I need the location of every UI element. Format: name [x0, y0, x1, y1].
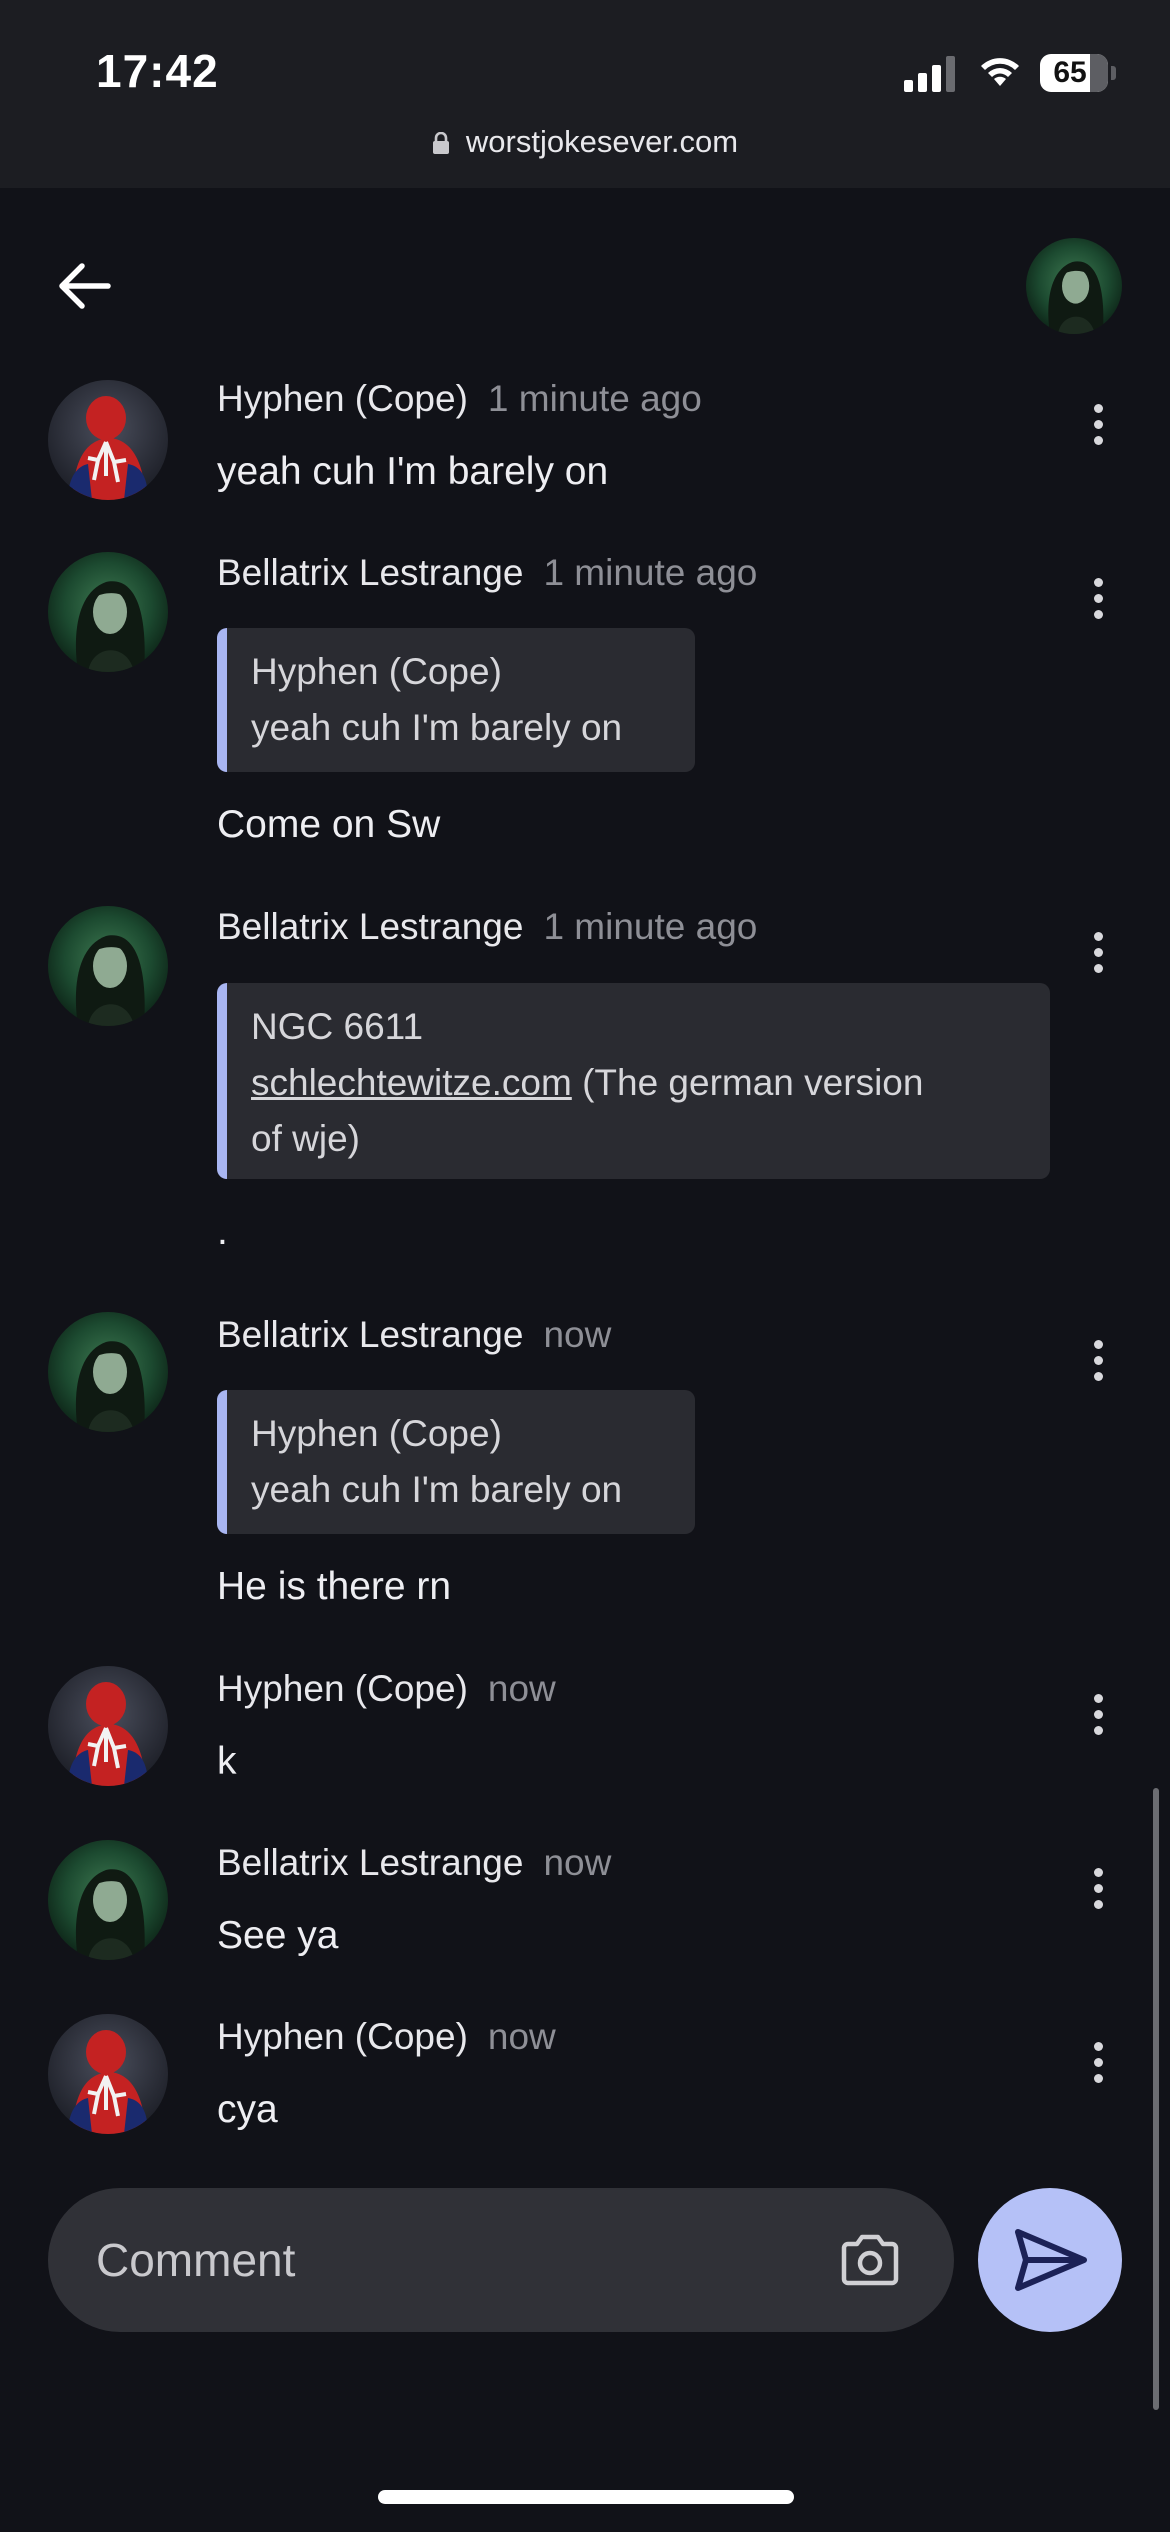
wifi-icon: [981, 58, 1019, 86]
comment-input[interactable]: [96, 2228, 816, 2292]
comment-text: Come on Sw: [217, 803, 441, 846]
quote-text: yeah cuh I'm barely on: [251, 1469, 623, 1510]
comment-time: 1 minute ago: [487, 378, 702, 419]
more-options-icon[interactable]: [1086, 1340, 1110, 1390]
comment-text: .: [217, 1210, 228, 1253]
comment-author[interactable]: Hyphen (Cope): [217, 2016, 468, 2057]
lock-icon: [432, 132, 449, 154]
quote-link[interactable]: schlechtewitze.com: [251, 1062, 572, 1103]
more-options-icon[interactable]: [1086, 2042, 1110, 2092]
camera-icon[interactable]: [838, 2228, 902, 2292]
avatar[interactable]: [48, 1840, 168, 1960]
home-indicator[interactable]: [378, 2490, 794, 2504]
comment-time: 1 minute ago: [543, 552, 758, 593]
quote-text-line2: of wje): [251, 1118, 360, 1159]
comment-header: Hyphen (Cope) 1 minute ago: [217, 378, 702, 420]
comment-time: now: [487, 1668, 556, 1709]
comment-header: Bellatrix Lestrange 1 minute ago: [217, 906, 757, 948]
back-arrow-icon[interactable]: [54, 256, 114, 316]
more-options-icon[interactable]: [1086, 932, 1110, 982]
comment-author[interactable]: Bellatrix Lestrange: [217, 552, 523, 593]
comment-text: He is there rn: [217, 1565, 452, 1608]
quoted-reply[interactable]: NGC 6611 schlechtewitze.com (The german …: [217, 983, 1050, 1179]
status-time: 17:42: [96, 45, 219, 97]
send-icon: [1015, 2229, 1087, 2291]
user-avatar[interactable]: [1026, 238, 1122, 334]
comment-author[interactable]: Bellatrix Lestrange: [217, 906, 523, 947]
comment-text: See ya: [217, 1914, 339, 1957]
comment-author[interactable]: Bellatrix Lestrange: [217, 1842, 523, 1883]
quote-author: Hyphen (Cope): [251, 651, 502, 692]
comment-author[interactable]: Hyphen (Cope): [217, 1668, 468, 1709]
avatar[interactable]: [48, 1666, 168, 1786]
quote-author: Hyphen (Cope): [251, 1413, 502, 1454]
battery-level: 65: [1053, 56, 1087, 89]
quoted-reply[interactable]: Hyphen (Cope) yeah cuh I'm barely on: [217, 628, 695, 772]
comment-header: Bellatrix Lestrange now: [217, 1314, 611, 1356]
comment-header: Hyphen (Cope) now: [217, 1668, 556, 1710]
comment-time: now: [487, 2016, 556, 2057]
comment-author[interactable]: Hyphen (Cope): [217, 378, 468, 419]
comment-time: now: [543, 1842, 612, 1883]
more-options-icon[interactable]: [1086, 578, 1110, 628]
quoted-reply[interactable]: Hyphen (Cope) yeah cuh I'm barely on: [217, 1390, 695, 1534]
comment-header: Hyphen (Cope) now: [217, 2016, 556, 2058]
quote-author: NGC 6611: [251, 1006, 424, 1047]
more-options-icon[interactable]: [1086, 1694, 1110, 1744]
avatar[interactable]: [48, 906, 168, 1026]
avatar[interactable]: [48, 380, 168, 500]
comment-time: 1 minute ago: [543, 906, 758, 947]
comment-time: now: [543, 1314, 612, 1355]
more-options-icon[interactable]: [1086, 404, 1110, 454]
more-options-icon[interactable]: [1086, 1868, 1110, 1918]
battery-tip: [1111, 66, 1116, 80]
scrollbar[interactable]: [1153, 1788, 1159, 2410]
comment-composer: [48, 2188, 954, 2332]
cellular-signal-icon: [904, 52, 956, 92]
comment-text: k: [217, 1740, 237, 1783]
avatar[interactable]: [48, 552, 168, 672]
url-text: worstjokesever.com: [465, 124, 739, 159]
quote-text: (The german version: [571, 1062, 924, 1103]
avatar[interactable]: [48, 2014, 168, 2134]
comment-text: cya: [217, 2088, 278, 2131]
battery-icon: 65: [1040, 54, 1108, 92]
comment-text: yeah cuh I'm barely on: [217, 450, 609, 493]
comment-header: Bellatrix Lestrange now: [217, 1842, 611, 1884]
url-bar[interactable]: worstjokesever.com: [0, 124, 1170, 160]
comment-author[interactable]: Bellatrix Lestrange: [217, 1314, 523, 1355]
quote-text: yeah cuh I'm barely on: [251, 707, 623, 748]
status-bar: 17:42 65 worstjokesever.com: [0, 0, 1170, 188]
avatar[interactable]: [48, 1312, 168, 1432]
send-button[interactable]: [978, 2188, 1122, 2332]
comment-header: Bellatrix Lestrange 1 minute ago: [217, 552, 757, 594]
